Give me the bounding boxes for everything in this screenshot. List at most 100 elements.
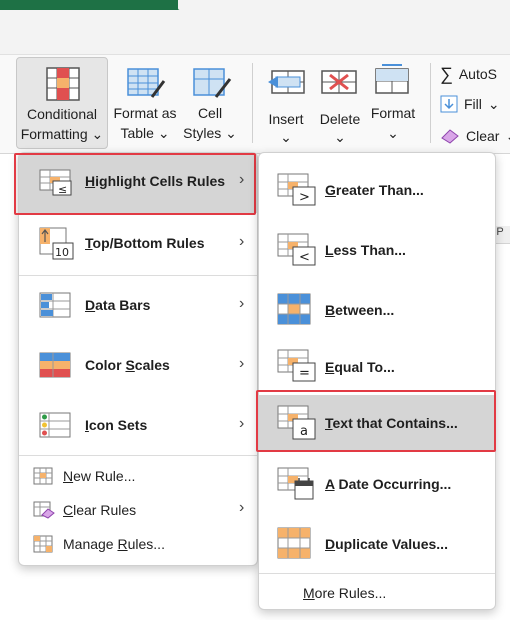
ribbon-separator [430,63,431,143]
delete-button[interactable]: Delete ⌄ [314,57,366,149]
top-bottom-label: Top/Bottom Rules [85,235,205,251]
conditional-label-2: Formatting [20,126,88,142]
duplicate-values-label: Duplicate Values... [325,536,448,552]
chevron-down-icon: ⌄ [280,129,292,145]
greater-than-icon: > [277,173,316,206]
insert-cells-icon [268,70,305,94]
data-bars-label: Data Bars [85,297,151,313]
svg-text:=: = [299,366,310,381]
manage-rules-icon [33,535,53,553]
fill-button[interactable]: Fill ⌄ [440,93,500,115]
conditional-label-1: Conditional [26,106,98,122]
fill-down-icon [440,95,458,113]
autosum-button[interactable]: ∑ AutoS [440,63,497,85]
sigma-icon: ∑ [440,63,453,84]
format-table-label-1: Format as [113,105,177,121]
chevron-right-icon: › [239,415,245,432]
top-bottom-icon: 10 [39,227,74,260]
data-bars-icon [39,292,71,318]
manage-rules-label: Manage Rules... [63,536,165,552]
chevron-right-icon: › [239,355,245,372]
icon-sets-icon [39,412,71,438]
chevron-down-icon: ⌄ [334,129,346,145]
equal-to-label: Equal To... [325,359,395,375]
format-cells-icon [375,64,409,94]
format-as-table-icon [127,68,166,98]
new-rule-label: New Rule... [63,468,136,484]
ribbon-tab-area [178,0,510,10]
cell-styles-icon [193,68,232,98]
cell-styles-label-2: Styles [183,125,222,141]
highlight-outline [14,153,256,215]
menu-divider [259,573,495,574]
menu-item-clear-rules[interactable]: Clear Rules › [19,495,257,525]
clear-label: Clear [466,128,500,144]
format-button[interactable]: Format ⌄ [366,57,420,149]
date-occurring-label: A Date Occurring... [325,476,452,492]
highlight-outline [256,390,496,452]
clear-rules-icon [33,501,55,519]
menu-item-date-occurring[interactable]: A Date Occurring... [259,455,495,513]
menu-item-greater-than[interactable]: > Greater Than... [259,161,495,219]
ribbon-separator [252,63,253,143]
chevron-down-icon: ⌄ [225,125,237,141]
date-occurring-icon [277,467,314,500]
menu-item-manage-rules[interactable]: Manage Rules... [19,529,257,559]
conditional-formatting-button[interactable]: Conditional Formatting ⌄ [16,57,108,149]
chevron-right-icon: › [239,499,245,516]
highlight-cells-submenu: > Greater Than... < Less Than... Between… [258,152,496,610]
title-bar [0,0,510,10]
insert-label: Insert [268,111,304,127]
delete-label: Delete [319,111,361,127]
menu-divider [19,275,257,276]
format-label: Format [370,105,416,121]
chevron-down-icon: ⌄ [157,125,170,141]
delete-cells-icon [321,70,357,94]
chevron-right-icon: › [239,295,245,312]
menu-item-data-bars[interactable]: Data Bars › [19,277,257,335]
cell-styles-label-1: Cell [197,105,223,121]
column-header-label: P [496,226,504,238]
chevron-down-icon: ⌄ [505,128,510,145]
equal-to-icon: = [277,349,316,382]
color-scales-label: Color Scales [85,357,170,373]
between-icon [277,293,311,325]
duplicate-values-icon [277,527,311,559]
menu-item-between[interactable]: Between... [259,281,495,339]
chevron-down-icon: ⌄ [487,95,500,112]
format-table-label-2: Table [120,125,154,141]
menu-item-more-rules[interactable]: More Rules... [259,577,495,607]
color-scales-icon [39,352,71,378]
ribbon: Conditional Formatting ⌄ Format as Table… [0,54,510,154]
menu-item-duplicate-values[interactable]: Duplicate Values... [259,515,495,573]
more-rules-label: More Rules... [303,585,387,601]
svg-text:>: > [299,190,310,205]
icon-sets-label: Icon Sets [85,417,148,433]
cell-styles-button[interactable]: Cell Styles ⌄ [180,57,240,149]
menu-item-icon-sets[interactable]: Icon Sets › [19,397,257,455]
chevron-down-icon: ⌄ [91,126,104,142]
menu-item-new-rule[interactable]: New Rule... [19,461,257,491]
less-than-label: Less Than... [325,242,406,258]
chevron-down-icon: ⌄ [387,125,399,141]
svg-text:10: 10 [55,246,69,259]
conditional-formatting-icon [46,67,80,101]
menu-item-color-scales[interactable]: Color Scales › [19,337,257,395]
eraser-icon [441,129,459,144]
menu-divider [19,455,257,456]
menu-item-less-than[interactable]: < Less Than... [259,221,495,279]
clear-rules-label: Clear Rules [63,502,137,518]
clear-button[interactable]: Clear ⌄ [440,125,510,147]
fill-label: Fill [464,96,482,112]
new-rule-icon [33,467,53,485]
greater-than-label: Greater Than... [325,182,424,198]
format-as-table-button[interactable]: Format as Table ⌄ [110,57,180,149]
svg-text:<: < [299,250,310,265]
between-label: Between... [325,302,395,318]
menu-item-top-bottom-rules[interactable]: 10 Top/Bottom Rules › [19,215,257,273]
autosum-label: AutoS [458,66,497,82]
insert-button[interactable]: Insert ⌄ [260,57,312,149]
ribbon-tabstrip [0,10,510,54]
menu-item-equal-to[interactable]: = Equal To... [259,341,495,393]
chevron-right-icon: › [239,233,245,250]
